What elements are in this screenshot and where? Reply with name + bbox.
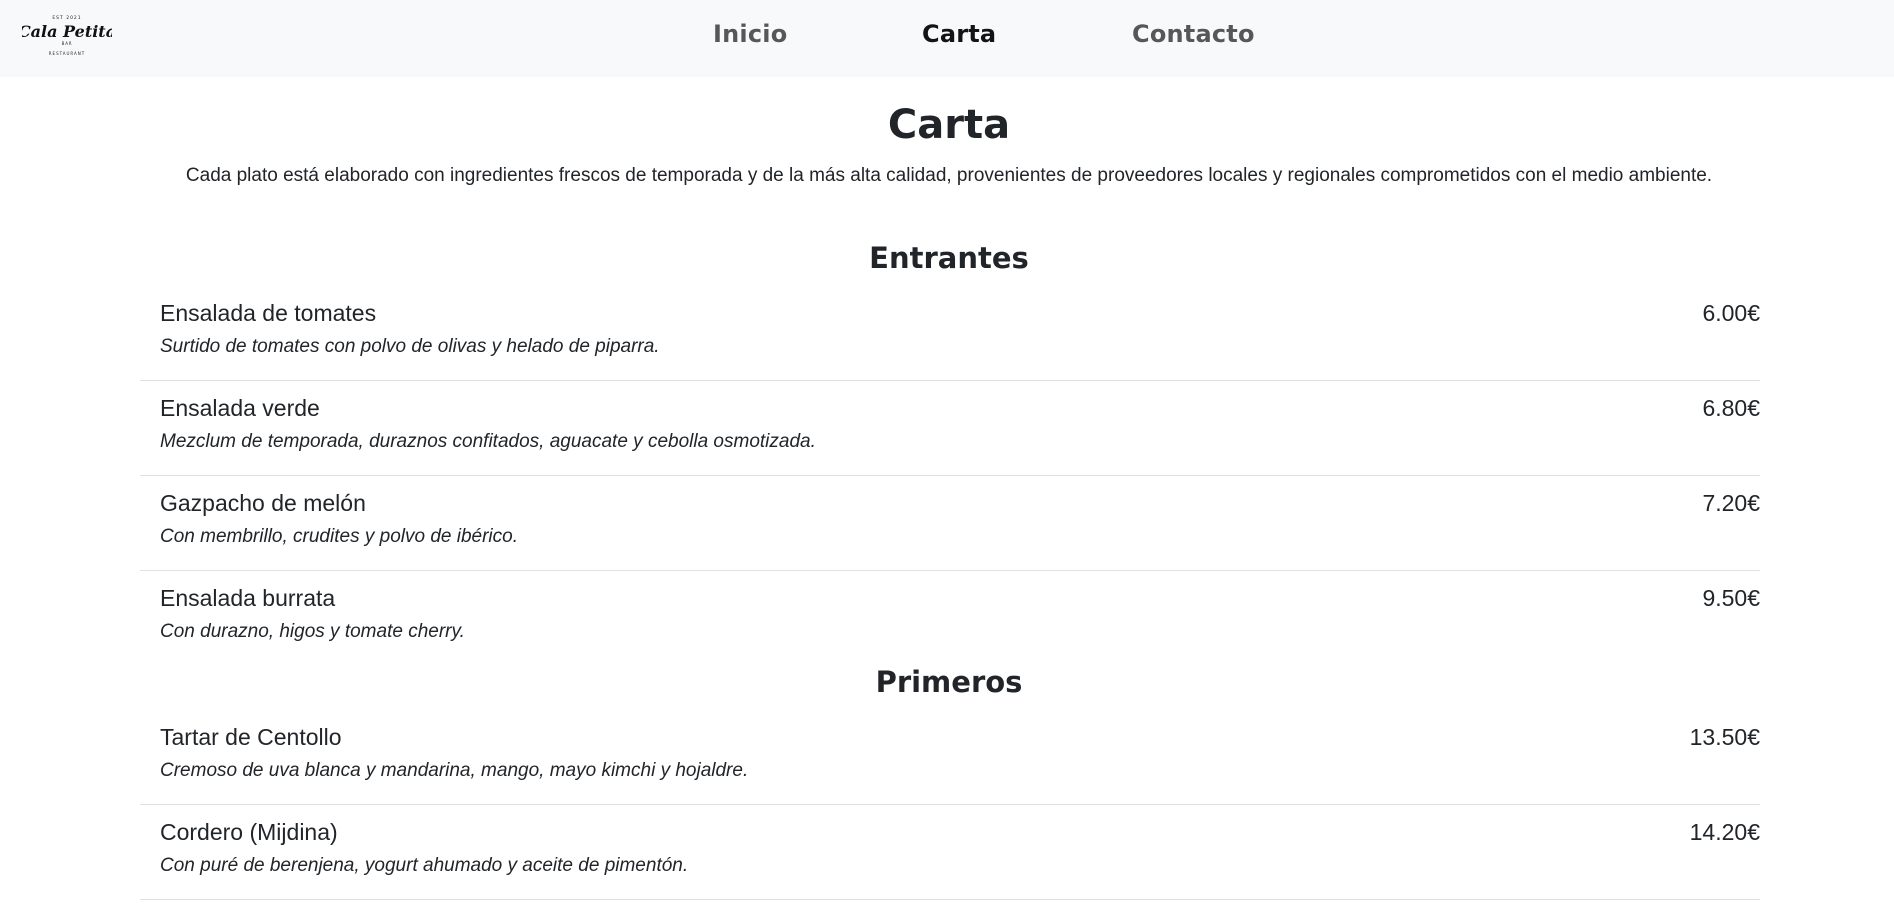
item-name: Cordero (Mijdina) xyxy=(160,819,338,845)
item-price: 6.80€ xyxy=(1702,395,1760,421)
nav-contacto[interactable]: Contacto xyxy=(1132,20,1255,48)
menu-list-primeros: Tartar de Centollo Cremoso de uva blanca… xyxy=(140,710,1760,900)
item-price: 14.20€ xyxy=(1689,819,1760,845)
svg-text:EST 2021: EST 2021 xyxy=(52,15,81,21)
item-name: Gazpacho de melón xyxy=(160,490,366,516)
menu-item: Cordero (Mijdina) Con puré de berenjena,… xyxy=(140,805,1760,900)
svg-text:BAR: BAR xyxy=(62,41,73,46)
section-title-primeros: Primeros xyxy=(875,665,1023,699)
item-price: 6.00€ xyxy=(1702,300,1760,326)
menu-item: Tartar de Centollo Cremoso de uva blanca… xyxy=(140,710,1760,805)
menu-item: Gazpacho de melón Con membrillo, crudite… xyxy=(140,476,1760,571)
menu-item: Ensalada verde Mezclum de temporada, dur… xyxy=(140,381,1760,476)
intro-text: Cada plato está elaborado con ingredient… xyxy=(185,165,1713,186)
svg-text:Cala Petita: Cala Petita xyxy=(22,22,112,41)
cala-petita-logo[interactable]: EST 2021 Cala Petita BAR RESTAURANT xyxy=(22,10,112,60)
svg-text:RESTAURANT: RESTAURANT xyxy=(49,51,85,56)
item-name: Tartar de Centollo xyxy=(160,724,342,750)
item-name: Ensalada burrata xyxy=(160,585,336,611)
item-name: Ensalada verde xyxy=(160,395,320,421)
page-title: Carta xyxy=(887,102,1011,148)
navbar: EST 2021 Cala Petita BAR RESTAURANT Inic… xyxy=(0,0,1894,77)
item-description: Con puré de berenjena, yogurt ahumado y … xyxy=(160,855,689,876)
section-title-entrantes: Entrantes xyxy=(869,241,1029,275)
nav-inicio[interactable]: Inicio xyxy=(713,20,787,48)
item-price: 13.50€ xyxy=(1689,724,1760,750)
item-price: 9.50€ xyxy=(1702,585,1760,611)
menu-list-entrantes: Ensalada de tomates Surtido de tomates c… xyxy=(140,286,1760,666)
item-price: 7.20€ xyxy=(1702,490,1760,516)
item-name: Ensalada de tomates xyxy=(160,300,377,326)
item-description: Mezclum de temporada, duraznos confitado… xyxy=(160,431,816,452)
item-description: Con membrillo, crudites y polvo de ibéri… xyxy=(160,526,518,547)
item-description: Surtido de tomates con polvo de olivas y… xyxy=(160,336,660,357)
item-description: Con durazno, higos y tomate cherry. xyxy=(160,621,465,642)
nav-carta[interactable]: Carta xyxy=(922,20,996,48)
menu-item: Ensalada burrata Con durazno, higos y to… xyxy=(140,571,1760,666)
item-description: Cremoso de uva blanca y mandarina, mango… xyxy=(160,760,749,781)
menu-item: Ensalada de tomates Surtido de tomates c… xyxy=(140,286,1760,381)
